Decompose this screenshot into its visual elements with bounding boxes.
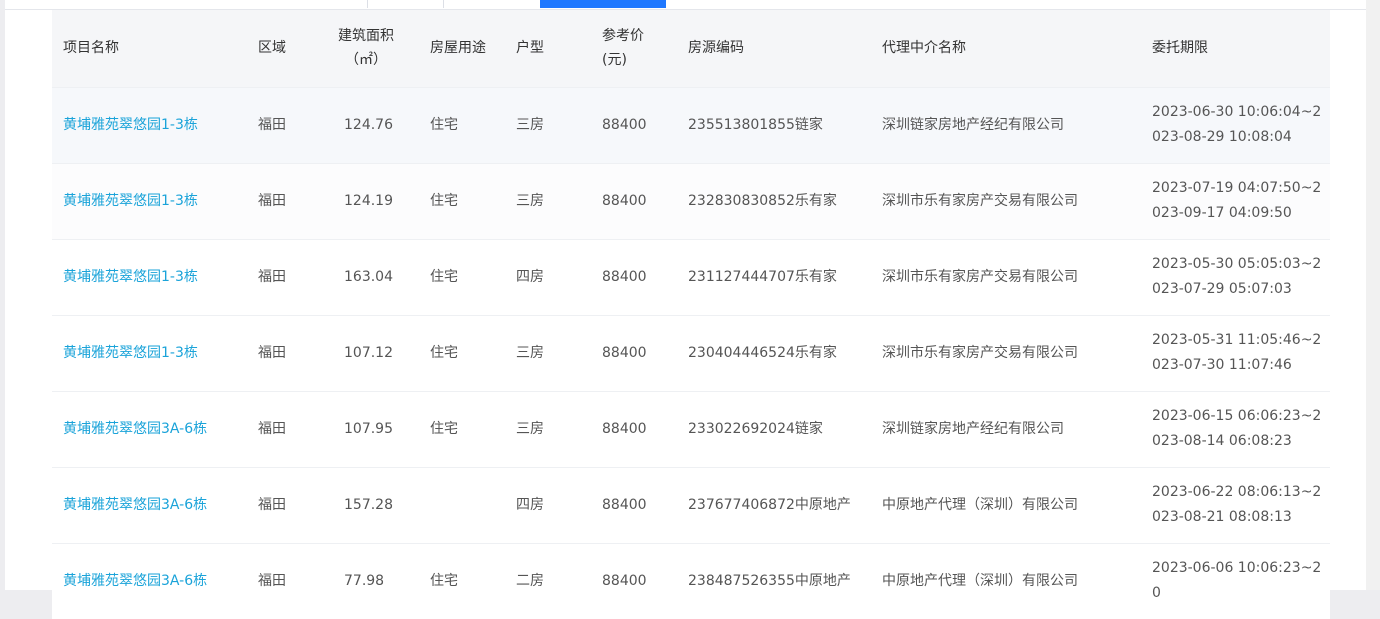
cell-code: 231127444707乐有家 xyxy=(688,268,837,285)
cell-area: 福田 xyxy=(258,572,286,589)
cell-use: 住宅 xyxy=(430,268,458,285)
project-name-link[interactable]: 黄埔雅苑翠悠园3A-6栋 xyxy=(52,543,247,619)
cell-type: 三房 xyxy=(516,192,544,209)
cell-agent: 深圳市乐有家房产交易有限公司 xyxy=(882,344,1078,361)
project-name-link[interactable]: 黄埔雅苑翠悠园1-3栋 xyxy=(52,239,247,315)
cell-use: 住宅 xyxy=(430,344,458,361)
cell-agent: 中原地产代理（深圳）有限公司 xyxy=(882,572,1078,589)
vertical-scrollbar[interactable] xyxy=(1366,0,1380,590)
cell-period: 2023-06-06 10:06:23~20 xyxy=(1152,560,1322,602)
project-name-link[interactable]: 黄埔雅苑翠悠园1-3栋 xyxy=(52,315,247,391)
cell-size: 107.95 xyxy=(344,420,393,437)
cell-use: 住宅 xyxy=(430,572,458,589)
cell-type: 四房 xyxy=(516,496,544,513)
cell-code: 235513801855链家 xyxy=(688,116,823,133)
cell-area: 福田 xyxy=(258,344,286,361)
table-header-row: 项目名称 区域 建筑面积 （㎡） 房屋用途 户型 参考价 (元) 房源编码 代理… xyxy=(52,10,1330,87)
project-name-link[interactable]: 黄埔雅苑翠悠园1-3栋 xyxy=(52,87,247,163)
cell-size: 163.04 xyxy=(344,268,393,285)
table-row[interactable]: 黄埔雅苑翠悠园1-3栋 福田 107.12 住宅 三房 88400 230404… xyxy=(52,315,1330,391)
cell-code: 233022692024链家 xyxy=(688,420,823,437)
header-price-line2: (元) xyxy=(602,52,627,69)
cell-size: 124.76 xyxy=(344,116,393,133)
cell-area: 福田 xyxy=(258,192,286,209)
table-row[interactable]: 黄埔雅苑翠悠园1-3栋 福田 163.04 住宅 四房 88400 231127… xyxy=(52,239,1330,315)
page-container: 项目名称 区域 建筑面积 （㎡） 房屋用途 户型 参考价 (元) 房源编码 代理… xyxy=(5,0,1366,619)
cell-area: 福田 xyxy=(258,420,286,437)
header-price: 参考价 (元) xyxy=(591,10,677,87)
table-row[interactable]: 黄埔雅苑翠悠园1-3栋 福田 124.19 住宅 三房 88400 232830… xyxy=(52,163,1330,239)
header-period: 委托期限 xyxy=(1152,40,1208,57)
cell-size: 157.28 xyxy=(344,496,393,513)
cell-area: 福田 xyxy=(258,496,286,513)
header-use: 房屋用途 xyxy=(430,40,486,57)
cell-use: 住宅 xyxy=(430,192,458,209)
cell-agent: 深圳链家房地产经纪有限公司 xyxy=(882,116,1064,133)
cell-price: 88400 xyxy=(602,116,647,133)
cell-period: 2023-05-30 05:05:03~2023-07-29 05:07:03 xyxy=(1152,256,1322,297)
tab-bar xyxy=(5,0,1366,10)
cell-price: 88400 xyxy=(602,572,647,589)
table-row[interactable]: 黄埔雅苑翠悠园1-3栋 福田 124.76 住宅 三房 88400 235513… xyxy=(52,87,1330,163)
cell-type: 二房 xyxy=(516,572,544,589)
tab-2[interactable] xyxy=(443,0,541,8)
cell-period: 2023-06-15 06:06:23~2023-08-14 06:08:23 xyxy=(1152,408,1322,449)
table-row[interactable]: 黄埔雅苑翠悠园3A-6栋 福田 77.98 住宅 二房 88400 238487… xyxy=(52,543,1330,619)
cell-size: 124.19 xyxy=(344,192,393,209)
cell-period: 2023-05-31 11:05:46~2023-07-30 11:07:46 xyxy=(1152,332,1322,373)
header-agent: 代理中介名称 xyxy=(882,40,966,57)
table-row[interactable]: 黄埔雅苑翠悠园3A-6栋 福田 157.28 四房 88400 23767740… xyxy=(52,467,1330,543)
tab-1[interactable] xyxy=(367,0,445,8)
cell-code: 237677406872中原地产 xyxy=(688,496,851,513)
header-size: 建筑面积 （㎡） xyxy=(333,10,419,87)
cell-agent: 深圳市乐有家房产交易有限公司 xyxy=(882,268,1078,285)
cell-price: 88400 xyxy=(602,268,647,285)
cell-agent: 中原地产代理（深圳）有限公司 xyxy=(882,496,1078,513)
header-size-line1: 建筑面积 xyxy=(338,28,394,45)
project-name-link[interactable]: 黄埔雅苑翠悠园3A-6栋 xyxy=(52,391,247,467)
cell-use: 住宅 xyxy=(430,420,458,437)
cell-area: 福田 xyxy=(258,116,286,133)
cell-type: 三房 xyxy=(516,420,544,437)
cell-agent: 深圳链家房地产经纪有限公司 xyxy=(882,420,1064,437)
cell-code: 230404446524乐有家 xyxy=(688,344,837,361)
cell-period: 2023-06-22 08:06:13~2023-08-21 08:08:13 xyxy=(1152,484,1322,525)
cell-use: 住宅 xyxy=(430,116,458,133)
header-price-line1: 参考价 xyxy=(602,28,644,45)
cell-period: 2023-06-30 10:06:04~2023-08-29 10:08:04 xyxy=(1152,104,1322,145)
cell-area: 福田 xyxy=(258,268,286,285)
cell-period: 2023-07-19 04:07:50~2023-09-17 04:09:50 xyxy=(1152,180,1322,221)
cell-price: 88400 xyxy=(602,420,647,437)
project-name-link[interactable]: 黄埔雅苑翠悠园1-3栋 xyxy=(52,163,247,239)
cell-size: 77.98 xyxy=(344,572,385,589)
cell-price: 88400 xyxy=(602,496,647,513)
cell-use xyxy=(419,467,505,543)
header-type: 户型 xyxy=(516,40,544,57)
cell-size: 107.12 xyxy=(344,344,393,361)
header-area: 区域 xyxy=(258,40,286,57)
cell-type: 四房 xyxy=(516,268,544,285)
header-code: 房源编码 xyxy=(688,40,744,57)
project-name-link[interactable]: 黄埔雅苑翠悠园3A-6栋 xyxy=(52,467,247,543)
cell-type: 三房 xyxy=(516,344,544,361)
header-name: 项目名称 xyxy=(63,40,119,57)
cell-price: 88400 xyxy=(602,192,647,209)
cell-agent: 深圳市乐有家房产交易有限公司 xyxy=(882,192,1078,209)
cell-code: 232830830852乐有家 xyxy=(688,192,837,209)
cell-price: 88400 xyxy=(602,344,647,361)
tab-active[interactable] xyxy=(540,0,666,8)
table-row[interactable]: 黄埔雅苑翠悠园3A-6栋 福田 107.95 住宅 三房 88400 23302… xyxy=(52,391,1330,467)
cell-code: 238487526355中原地产 xyxy=(688,572,851,589)
header-size-line2: （㎡） xyxy=(345,52,387,69)
cell-type: 三房 xyxy=(516,116,544,133)
listings-table: 项目名称 区域 建筑面积 （㎡） 房屋用途 户型 参考价 (元) 房源编码 代理… xyxy=(52,10,1330,619)
